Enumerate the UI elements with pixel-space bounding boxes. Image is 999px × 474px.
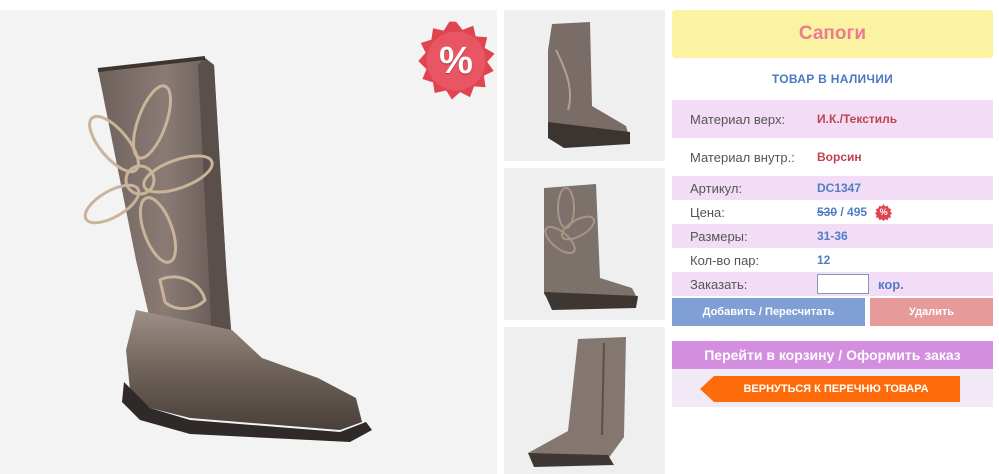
sale-badge: % [415,20,497,102]
spec-row-article: Артикул: DC1347 [672,176,993,200]
new-price: 495 [847,205,868,219]
spec-label: Материал верх: [690,111,786,127]
add-recalculate-button[interactable]: Добавить / Пересчитать [672,298,865,326]
product-title: Сапоги [672,10,993,58]
spec-value: 31-36 [817,229,848,243]
spec-value: 12 [817,253,831,267]
spec-row-material-inner: Материал внутр.: Ворсин [672,138,993,176]
spec-value: И.К./Текстиль [817,112,898,126]
spec-label: Цена: [690,204,725,220]
spec-row-material-upper: Материал верх: И.К./Текстиль [672,100,993,138]
go-to-cart-button[interactable]: Перейти в корзину / Оформить заказ [672,341,993,369]
order-quantity-input[interactable] [817,274,869,294]
spec-value: Ворсин [817,150,862,164]
back-area: ВЕРНУТЬСЯ К ПЕРЕЧНЮ ТОВАРА [672,369,993,407]
spec-label: Кол-во пар: [690,252,760,268]
spec-label: Заказать: [690,276,748,292]
boot-thumb-picture-2 [504,168,665,320]
thumbnail-2[interactable] [504,168,665,320]
spec-label: Материал внутр.: [690,149,795,165]
spec-label: Размеры: [690,228,748,244]
old-price: 530 [817,205,838,219]
back-to-list-label: ВЕРНУТЬСЯ К ПЕРЕЧНЮ ТОВАРА [743,383,929,395]
stock-status: ТОВАР В НАЛИЧИИ [771,72,894,86]
spec-label: Артикул: [690,180,743,196]
sale-icon-label: % [879,207,888,217]
sale-badge-label: % [439,39,473,82]
price-value: 530 / 495 [817,205,867,219]
thumbnail-3[interactable] [504,327,665,474]
product-info-panel: Сапоги ТОВАР В НАЛИЧИИ Материал верх: И.… [672,10,993,407]
spec-row-order: Заказать: кор. [672,272,993,296]
delete-button[interactable]: Удалить [870,298,993,326]
spec-row-sizes: Размеры: 31-36 [672,224,993,248]
cart-actions: Добавить / Пересчитать Удалить [672,298,993,326]
back-to-list-button[interactable]: ВЕРНУТЬСЯ К ПЕРЕЧНЮ ТОВАРА [700,376,960,402]
boot-thumb-picture-3 [504,327,665,474]
price-sale-icon: % [875,203,893,221]
order-unit: кор. [878,276,904,292]
spec-row-price: Цена: 530 / 495 % [672,200,993,224]
spec-value: DC1347 [817,181,862,195]
spec-row-pairs: Кол-во пар: 12 [672,248,993,272]
thumbnail-1[interactable] [504,10,665,161]
boot-thumb-picture-1 [504,10,665,161]
price-separator: / [837,205,848,219]
